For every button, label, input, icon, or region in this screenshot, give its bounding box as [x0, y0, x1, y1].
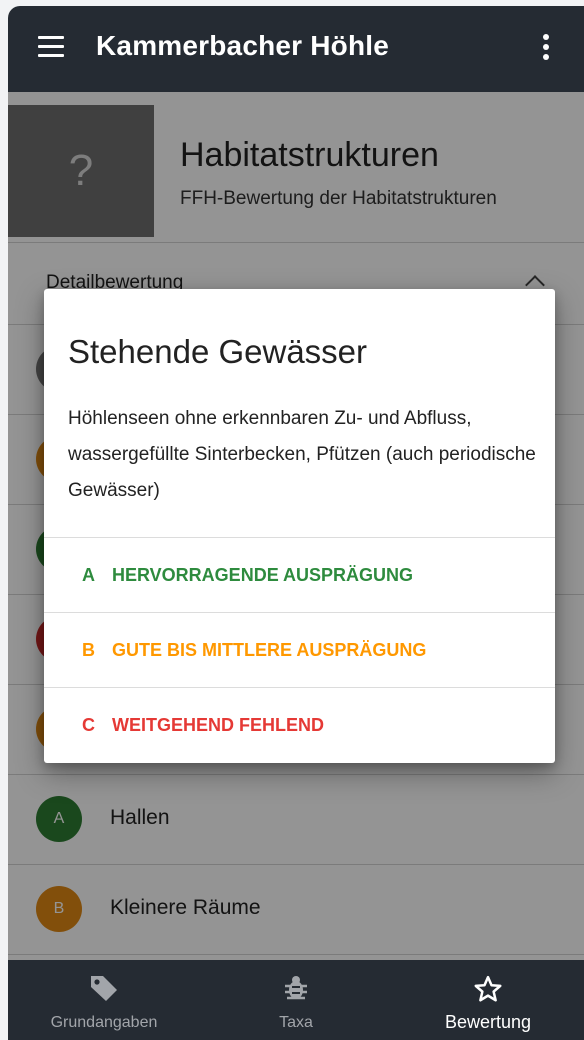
- option-label: GUTE BIS MITTLERE AUSPRÄGUNG: [112, 639, 427, 660]
- nav-item-grundangaben[interactable]: Grundangaben: [8, 960, 200, 1040]
- star-outline-icon: [474, 975, 502, 1002]
- option-b-button[interactable]: B GUTE BIS MITTLERE AUSPRÄGUNG: [44, 613, 555, 688]
- bug-icon: [285, 976, 307, 1000]
- nav-label: Bewertung: [444, 1012, 532, 1032]
- option-letter: A: [82, 564, 95, 585]
- app-screen: Kammerbacher Höhle ? Habitatstrukturen F…: [8, 6, 584, 1040]
- option-label: HERVORRAGENDE AUSPRÄGUNG: [112, 564, 414, 585]
- dialog-options: A HERVORRAGENDE AUSPRÄGUNG B GUTE BIS MI…: [44, 537, 555, 762]
- nav-item-bewertung[interactable]: Bewertung: [392, 960, 584, 1040]
- app-title: Kammerbacher Höhle: [96, 30, 390, 61]
- nav-item-taxa[interactable]: Taxa: [200, 960, 392, 1040]
- option-letter: B: [82, 639, 95, 660]
- hamburger-menu-icon[interactable]: [38, 36, 64, 58]
- dialog-title: Stehende Gewässer: [68, 333, 368, 370]
- tag-icon: [91, 976, 117, 1001]
- option-a-button[interactable]: A HERVORRAGENDE AUSPRÄGUNG: [44, 538, 555, 613]
- option-letter: C: [82, 714, 95, 735]
- rating-dialog: Stehende Gewässer Höhlenseen ohne erkenn…: [44, 289, 555, 763]
- app-bar: Kammerbacher Höhle: [8, 6, 584, 92]
- dialog-description: Höhlenseen ohne erkennbaren Zu- und Abfl…: [68, 408, 536, 501]
- more-vertical-icon[interactable]: [540, 34, 552, 64]
- option-c-button[interactable]: C WEITGEHEND FEHLEND: [44, 688, 555, 762]
- option-label: WEITGEHEND FEHLEND: [112, 714, 325, 735]
- nav-label: Taxa: [279, 1014, 313, 1031]
- nav-label: Grundangaben: [50, 1014, 158, 1031]
- bottom-navigation: Grundangaben Taxa Bewertung: [8, 960, 584, 1040]
